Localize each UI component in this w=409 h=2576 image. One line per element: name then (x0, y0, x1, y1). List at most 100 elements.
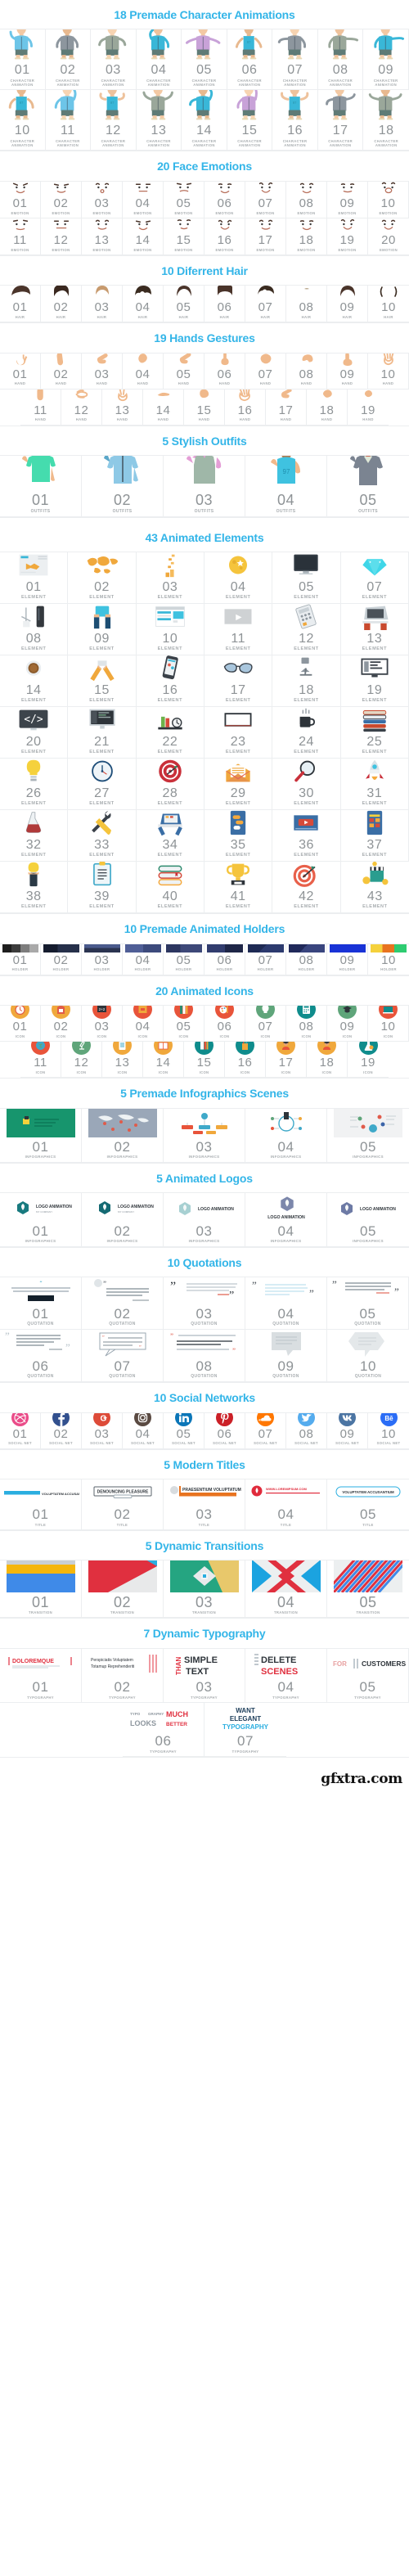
character-cell-01[interactable]: 01 CHARACTER ANIMATION (0, 29, 46, 91)
element-cell-14[interactable]: 14 ELEMENT (0, 655, 69, 708)
element-cell-36[interactable]: 36 ELEMENT (272, 810, 341, 862)
hand-cell-02[interactable]: 02 HAND (41, 353, 82, 390)
hand-cell-19[interactable]: 19 HAND (348, 389, 389, 426)
hand-cell-15[interactable]: 15 HAND (184, 389, 225, 426)
icon-cell-18[interactable]: 18 ICON (307, 1042, 348, 1079)
element-cell-30[interactable]: 30 ELEMENT (272, 759, 341, 811)
element-cell-40[interactable]: 40 ELEMENT (136, 862, 204, 914)
social-cell-03[interactable]: G 03 SOCIAL NET (82, 1412, 123, 1449)
social-cell-04[interactable]: 04 SOCIAL NET (123, 1412, 164, 1449)
social-icon-google-plus[interactable]: G (93, 1412, 110, 1426)
icon-cell-01[interactable]: 01 ICON (0, 1006, 41, 1043)
element-cell-28[interactable]: 28 ELEMENT (136, 759, 204, 811)
social-icon-vk[interactable] (339, 1412, 356, 1426)
quotation-cell-09[interactable]: 09 QUOTATION (245, 1330, 327, 1383)
emotion-cell-13[interactable]: 13 EMOTION (82, 218, 123, 255)
character-cell-05[interactable]: 05 CHARACTER ANIMATION (182, 29, 227, 91)
title-cell-05[interactable]: VOLUPTATEM ACCUSANTIUM 05 TITLE (327, 1479, 409, 1531)
element-cell-05[interactable]: 05 ELEMENT (272, 552, 341, 605)
quotation-cell-03[interactable]: ”” 03 QUOTATION (164, 1277, 245, 1331)
holder-cell-01[interactable]: 01 HOLDER (0, 943, 41, 975)
character-cell-04[interactable]: 04 CHARACTER ANIMATION (136, 29, 182, 91)
emotion-cell-09[interactable]: 09 EMOTION (327, 181, 368, 218)
hand-cell-13[interactable]: 13 HAND (102, 389, 143, 426)
emotion-cell-18[interactable]: 18 EMOTION (286, 218, 327, 255)
logo-cell-04[interactable]: LOGO ANIMATION 04 INFOGRAPHICS (245, 1192, 327, 1247)
outfit-cell-01[interactable]: 01 OUTFITS (0, 455, 82, 517)
character-cell-06[interactable]: 97 06 CHARACTER ANIMATION (227, 29, 273, 91)
emotion-cell-05[interactable]: 05 EMOTION (164, 181, 204, 218)
transition-cell-04[interactable]: 04 TRANSITION (245, 1560, 327, 1619)
social-cell-05[interactable]: 05 SOCIAL NET (164, 1412, 204, 1449)
social-icon-linkedin[interactable] (175, 1412, 192, 1426)
character-cell-07[interactable]: 07 CHARACTER ANIMATION (272, 29, 318, 91)
icon-cell-06[interactable]: 06 ICON (204, 1006, 245, 1043)
element-cell-32[interactable]: 32 ELEMENT (0, 810, 69, 862)
hair-cell-01[interactable]: 01 HAIR (0, 286, 41, 323)
holder-cell-03[interactable]: 03 HOLDER (82, 943, 123, 975)
icon-cell-10[interactable]: 10 ICON (368, 1006, 409, 1043)
infographic-cell-01[interactable]: 01 INFOGRAPHICS (0, 1108, 82, 1163)
character-cell-08[interactable]: 08 CHARACTER ANIMATION (317, 29, 364, 91)
hand-cell-11[interactable]: 11 HAND (20, 389, 61, 426)
hand-cell-04[interactable]: 04 HAND (123, 353, 164, 390)
typography-cell-07[interactable]: WANT ELEGANT TYPOGRAPHY 07 TYPOGRAPHY (204, 1702, 286, 1757)
quotation-cell-02[interactable]: ” 02 QUOTATION (82, 1277, 164, 1331)
element-cell-12[interactable]: 12 ELEMENT (272, 604, 341, 656)
emotion-cell-17[interactable]: 17 EMOTION (245, 218, 286, 255)
holder-cell-02[interactable]: 02 HOLDER (41, 943, 82, 975)
quotation-cell-05[interactable]: ”” 05 QUOTATION (327, 1277, 409, 1331)
icon-cell-16[interactable]: 16 ICON (225, 1042, 266, 1079)
infographic-cell-05[interactable]: 05 INFOGRAPHICS (327, 1108, 409, 1163)
hand-cell-08[interactable]: 08 HAND (286, 353, 327, 390)
typography-cell-05[interactable]: FOR CUSTOMERS 05 TYPOGRAPHY (327, 1648, 409, 1703)
icon-cell-14[interactable]: 14 ICON (143, 1042, 184, 1079)
emotion-cell-20[interactable]: 20 EMOTION (368, 218, 409, 255)
element-cell-17[interactable]: 17 ELEMENT (204, 655, 273, 708)
holder-cell-04[interactable]: 04 HOLDER (123, 943, 164, 975)
outfit-cell-03[interactable]: 03 OUTFITS (164, 455, 245, 517)
hair-cell-07[interactable]: 07 HAIR (245, 286, 286, 323)
holder-cell-09[interactable]: 09 HOLDER (327, 943, 368, 975)
icon-cell-12[interactable]: 12 ICON (61, 1042, 102, 1079)
element-cell-07[interactable]: 07 ELEMENT (340, 552, 409, 605)
social-cell-08[interactable]: 08 SOCIAL NET (286, 1412, 327, 1449)
hair-cell-08[interactable]: 08 HAIR (286, 286, 327, 323)
element-cell-26[interactable]: 26 ELEMENT (0, 759, 69, 811)
element-cell-43[interactable]: 43 ELEMENT (340, 862, 409, 914)
logo-cell-05[interactable]: LOGO ANIMATION 05 INFOGRAPHICS (327, 1192, 409, 1247)
hand-cell-03[interactable]: 03 HAND (82, 353, 123, 390)
hand-cell-18[interactable]: 18 HAND (307, 389, 348, 426)
hand-cell-10[interactable]: 10 HAND (368, 353, 409, 390)
social-cell-01[interactable]: 01 SOCIAL NET (0, 1412, 41, 1449)
character-cell-12[interactable]: 97 12 CHARACTER ANIMATION (91, 90, 137, 151)
character-cell-02[interactable]: 02 CHARACTER ANIMATION (45, 29, 92, 91)
typography-cell-03[interactable]: SIMPLE TEXT THAN 03 TYPOGRAPHY (164, 1648, 245, 1703)
element-cell-10[interactable]: 10 ELEMENT (136, 604, 204, 656)
transition-cell-01[interactable]: 01 TRANSITION (0, 1560, 82, 1619)
social-icon-instagram[interactable] (134, 1412, 151, 1426)
outfit-cell-05[interactable]: 05 OUTFITS (327, 455, 409, 517)
icon-cell-11[interactable]: 11 ICON (20, 1042, 61, 1079)
emotion-cell-07[interactable]: 07 EMOTION (245, 181, 286, 218)
logo-cell-02[interactable]: LOGO ANIMATION MY COMPANY 02 INFOGRAPHICS (82, 1192, 164, 1247)
emotion-cell-11[interactable]: 11 EMOTION (0, 218, 41, 255)
icon-cell-07[interactable]: 07 ICON (245, 1006, 286, 1043)
hand-cell-05[interactable]: 05 HAND (164, 353, 204, 390)
element-cell-04[interactable]: 04 ELEMENT (204, 552, 273, 605)
emotion-cell-08[interactable]: 08 EMOTION (286, 181, 327, 218)
emotion-cell-03[interactable]: 03 EMOTION (82, 181, 123, 218)
icon-cell-03[interactable]: 2+2 03 ICON (82, 1006, 123, 1043)
element-cell-38[interactable]: 38 ELEMENT (0, 862, 69, 914)
quotation-cell-01[interactable]: “ 01 QUOTATION (0, 1277, 82, 1331)
social-icon-twitter[interactable] (298, 1412, 315, 1426)
element-cell-09[interactable]: 09 ELEMENT (68, 604, 137, 656)
hair-cell-09[interactable]: 09 HAIR (327, 286, 368, 323)
hand-cell-17[interactable]: 17 HAND (266, 389, 307, 426)
holder-cell-05[interactable]: 05 HOLDER (164, 943, 204, 975)
social-icon-soundcloud[interactable] (257, 1412, 274, 1426)
emotion-cell-04[interactable]: 04 EMOTION (123, 181, 164, 218)
emotion-cell-06[interactable]: 06 EMOTION (204, 181, 245, 218)
emotion-cell-14[interactable]: 14 EMOTION (123, 218, 164, 255)
emotion-cell-01[interactable]: 01 EMOTION (0, 181, 41, 218)
